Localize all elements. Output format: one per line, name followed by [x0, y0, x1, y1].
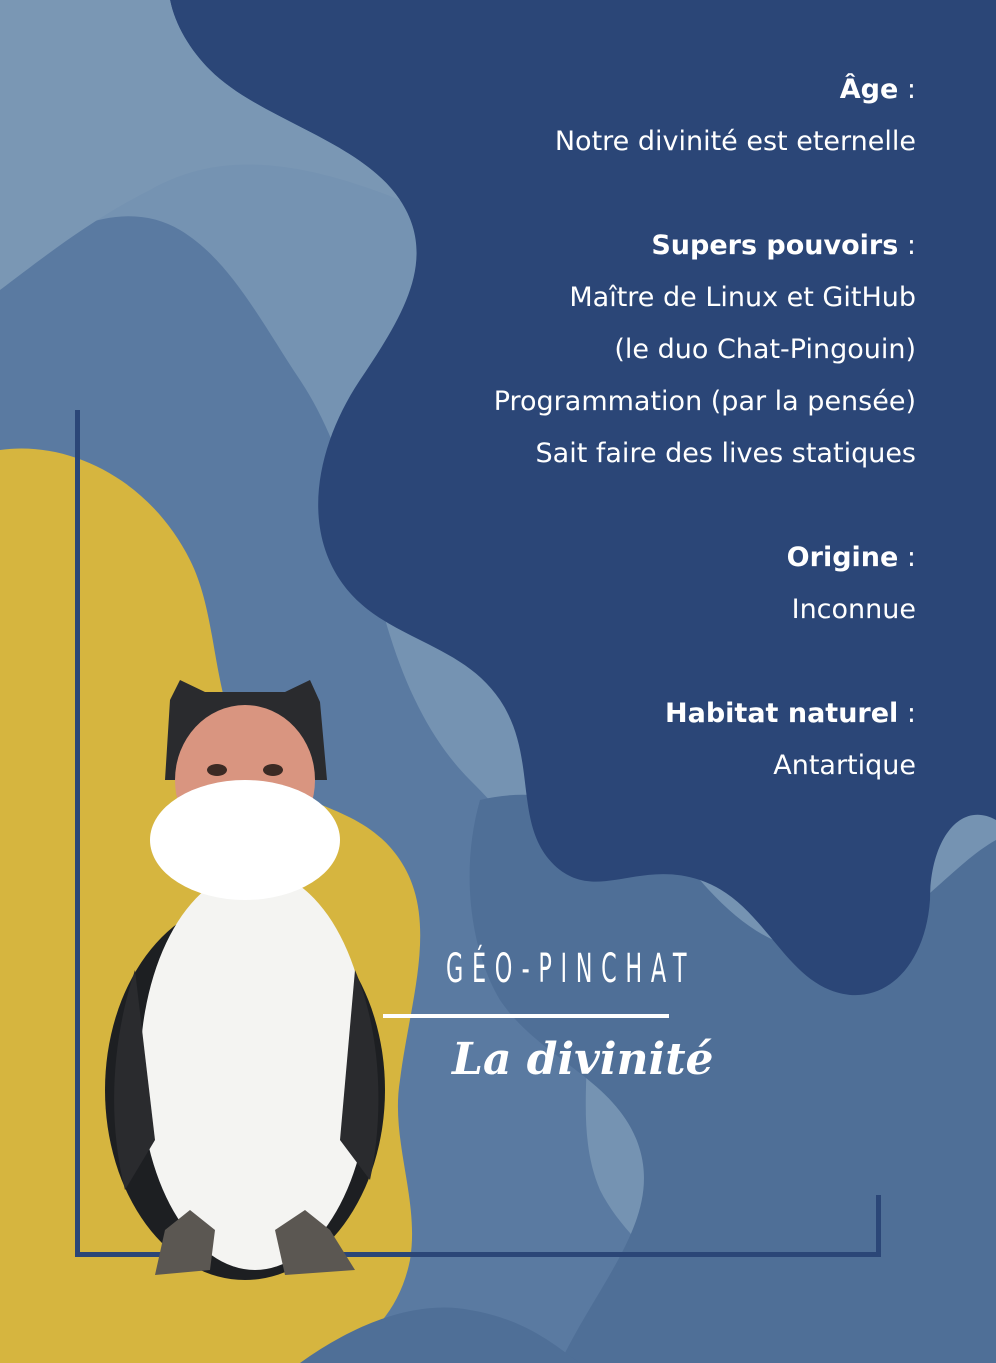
- character-subtitle: La divinité: [452, 1034, 714, 1085]
- frame-line-right: [876, 1195, 881, 1257]
- age-section: Âge : Notre divinité est eternelle: [356, 64, 916, 168]
- character-card: Âge : Notre divinité est eternelle Super…: [0, 0, 996, 1363]
- powers-section: Supers pouvoirs : Maître de Linux et Git…: [356, 220, 916, 480]
- powers-line: Maître de Linux et GitHub: [569, 282, 916, 313]
- age-heading: Âge :: [839, 74, 916, 105]
- habitat-heading: Habitat naturel :: [665, 698, 916, 729]
- info-panel: Âge : Notre divinité est eternelle Super…: [356, 64, 916, 844]
- title-divider: [383, 1014, 669, 1018]
- age-value: Notre divinité est eternelle: [554, 126, 916, 157]
- powers-line: (le duo Chat-Pingouin): [614, 334, 916, 365]
- powers-line: Programmation (par la pensée): [493, 386, 916, 417]
- character-name: GÉO-PINCHAT: [446, 946, 696, 992]
- powers-line: Sait faire des lives statiques: [535, 438, 916, 469]
- powers-heading: Supers pouvoirs :: [651, 230, 916, 261]
- origin-heading: Origine :: [786, 542, 916, 573]
- habitat-value: Antartique: [773, 750, 916, 781]
- penguin-image: [105, 680, 385, 1280]
- origin-value: Inconnue: [791, 594, 916, 625]
- frame-line-left: [75, 410, 80, 1256]
- origin-section: Origine : Inconnue: [356, 532, 916, 636]
- habitat-section: Habitat naturel : Antartique: [356, 688, 916, 792]
